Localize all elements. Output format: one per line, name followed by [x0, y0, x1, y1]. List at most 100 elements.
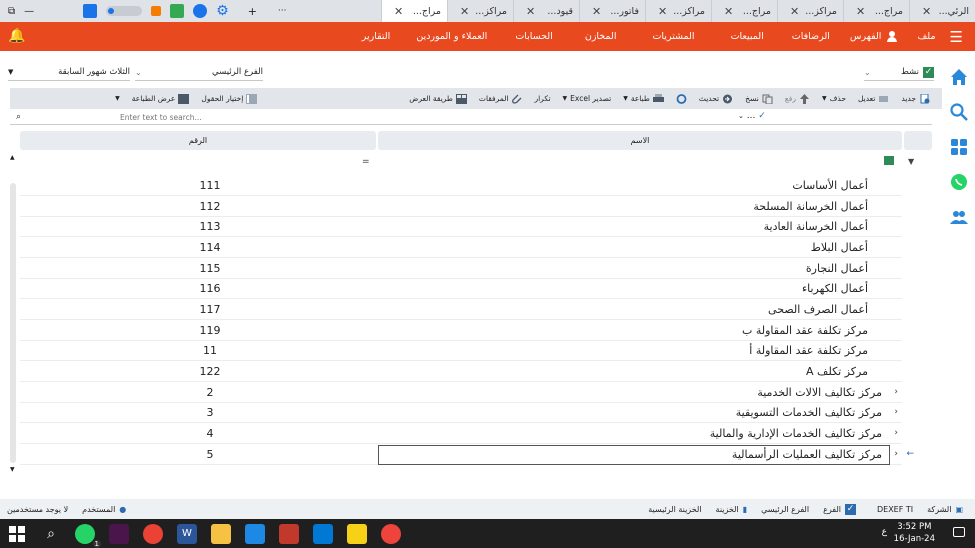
close-icon[interactable]: ✕: [460, 5, 469, 18]
close-icon[interactable]: ✕: [922, 5, 931, 18]
table-row-selected[interactable]: › ← مركز تكاليف العمليات الرأسمالية 5: [20, 445, 914, 465]
table-row[interactable]: › مركز تكاليف الخدمات التسويقية 3: [20, 403, 902, 423]
close-icon[interactable]: ✕: [658, 5, 667, 18]
browser-tab[interactable]: مراكز... ✕: [447, 0, 513, 22]
search-icon[interactable]: ⌕: [16, 112, 21, 122]
filter-condition[interactable]: ⌄ ... ✓: [738, 111, 766, 121]
new-button[interactable]: جديد: [895, 93, 936, 104]
print-button[interactable]: طباعة ▼: [617, 93, 670, 104]
menu-sports[interactable]: الرضافات: [782, 31, 840, 42]
close-icon[interactable]: ✕: [856, 5, 865, 18]
sync-button[interactable]: [670, 93, 693, 104]
collapse-toolbar-button[interactable]: ▼: [109, 95, 126, 102]
scroll-up-arrow-icon[interactable]: ▲: [10, 154, 15, 161]
browser-tab-active[interactable]: مراج... ✕: [381, 0, 447, 22]
media-icon[interactable]: [313, 523, 333, 544]
vertical-scrollbar[interactable]: [10, 183, 16, 463]
menu-index[interactable]: الفهرس: [840, 31, 908, 42]
dexef-app-icon[interactable]: [279, 523, 299, 544]
browser-app-icon[interactable]: [245, 523, 265, 544]
table-row[interactable]: أعمال الخرسانة العادية 113: [20, 217, 902, 237]
table-row[interactable]: أعمال الخرسانة المسلحة 112: [20, 197, 902, 217]
menu-sales[interactable]: المبيعات: [713, 31, 782, 42]
close-icon[interactable]: ✕: [394, 5, 403, 18]
attachments-button[interactable]: المرفقات: [473, 94, 529, 104]
whatsapp-taskbar-icon[interactable]: 1: [75, 523, 101, 548]
equals-icon[interactable]: =: [362, 157, 370, 167]
close-icon[interactable]: ✕: [526, 5, 535, 18]
table-row[interactable]: أعمال النجارة 115: [20, 259, 902, 279]
refresh-button[interactable]: تحديث: [693, 94, 739, 104]
menu-stores[interactable]: المخازن: [567, 31, 635, 42]
sticky-notes-icon[interactable]: [347, 523, 367, 544]
table-row[interactable]: مركز تكلفة عقد المقاولة ب 119: [20, 321, 902, 341]
notification-center-icon[interactable]: [953, 527, 965, 537]
extension-orange-icon[interactable]: [151, 6, 162, 16]
browser-tab[interactable]: قيود... ✕: [513, 0, 579, 22]
column-header-code[interactable]: الرقم: [20, 131, 376, 150]
expand-chevron-icon[interactable]: ›: [894, 449, 898, 459]
more-tabs-icon[interactable]: ···: [278, 6, 287, 16]
expand-chevron-icon[interactable]: ›: [894, 428, 898, 438]
menu-file[interactable]: ملف: [907, 31, 945, 42]
expand-chevron-icon[interactable]: ›: [894, 407, 898, 417]
repeat-button[interactable]: تكرار: [528, 94, 556, 103]
copy-button[interactable]: نسخ: [739, 94, 779, 104]
home-icon[interactable]: [949, 67, 969, 87]
table-row[interactable]: › مركز تكاليف الخدمات الإدارية والمالية 4: [20, 424, 902, 444]
anydesk-icon[interactable]: [381, 523, 401, 544]
settings-gear-icon[interactable]: ⚙: [216, 3, 229, 19]
close-icon[interactable]: ✕: [724, 5, 733, 18]
system-clock[interactable]: 3:52 PM 16-Jan-24: [894, 521, 935, 545]
table-row[interactable]: مركز تكلف A 122: [20, 362, 902, 382]
menu-purchases[interactable]: المشتريات: [634, 31, 712, 42]
browser-tab[interactable]: مراكز... ✕: [645, 0, 711, 22]
search-icon[interactable]: [949, 102, 969, 122]
window-restore-icon[interactable]: ⧉: [8, 6, 15, 17]
file-explorer-icon[interactable]: [211, 523, 231, 544]
display-mode-button[interactable]: طريقة العرض: [403, 93, 473, 104]
chrome-icon[interactable]: [143, 523, 163, 544]
column-header-name[interactable]: الاسم: [378, 131, 902, 150]
profile-icon[interactable]: [193, 4, 208, 18]
extension-blue-icon[interactable]: [83, 4, 98, 18]
table-row[interactable]: أعمال الكهرباء 116: [20, 279, 902, 299]
branch-select[interactable]: الفرع الرئيسي ⌄: [135, 64, 263, 81]
period-select[interactable]: الثلاث شهور السابقة ▼: [8, 64, 130, 81]
translate-icon[interactable]: [170, 4, 185, 18]
window-minimize-icon[interactable]: —: [24, 6, 34, 17]
table-row[interactable]: › مركز تكاليف الالات الخدمية 2: [20, 383, 902, 403]
excel-small-icon[interactable]: [884, 156, 894, 165]
active-filter[interactable]: ✓ نشط ⌄: [864, 64, 934, 81]
close-icon[interactable]: ✕: [790, 5, 799, 18]
expand-chevron-icon[interactable]: ›: [894, 387, 898, 397]
export-excel-button[interactable]: تصدير Excel ▼: [557, 94, 618, 103]
browser-tab[interactable]: مراج... ✕: [711, 0, 777, 22]
menu-accounts[interactable]: الحسابات: [501, 31, 567, 42]
new-tab-button[interactable]: +: [248, 5, 257, 18]
choose-fields-button[interactable]: إختيار الحقول: [195, 93, 263, 104]
check-icon[interactable]: ✓: [923, 66, 934, 78]
table-row[interactable]: أعمال الصرف الصحى 117: [20, 300, 902, 320]
table-row[interactable]: مركز تكلفة عقد المقاولة أ 11: [20, 341, 902, 361]
notification-bell-icon[interactable]: 🔔: [8, 28, 25, 44]
dashboard-grid-icon[interactable]: [949, 137, 969, 157]
whatsapp-icon[interactable]: [949, 172, 969, 192]
print-preview-button[interactable]: عرض الطباعة: [126, 93, 196, 104]
search-icon[interactable]: ⌕: [41, 524, 61, 544]
filter-funnel-icon[interactable]: ▼: [908, 157, 914, 166]
close-icon[interactable]: ✕: [592, 5, 601, 18]
table-row[interactable]: أعمال الأساسات 111: [20, 176, 902, 196]
scroll-down-arrow-icon[interactable]: ▼: [10, 466, 15, 473]
delete-button[interactable]: حذف ▼: [816, 94, 852, 103]
language-indicator[interactable]: ع: [882, 527, 887, 537]
up-button[interactable]: رفع: [779, 93, 816, 104]
table-row[interactable]: أعمال البلاط 114: [20, 238, 902, 258]
browser-tab[interactable]: فاتور... ✕: [579, 0, 645, 22]
slack-icon[interactable]: [109, 523, 129, 544]
edit-button[interactable]: تعديل: [852, 94, 895, 104]
menu-clients-suppliers[interactable]: العملاء و الموردين: [402, 31, 501, 42]
search-input[interactable]: [120, 111, 210, 124]
word-icon[interactable]: W: [177, 523, 197, 544]
extension-toggle[interactable]: [106, 6, 143, 16]
